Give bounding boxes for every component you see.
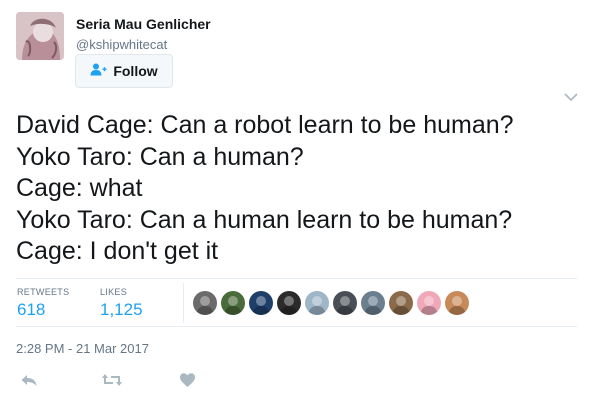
divider — [16, 326, 577, 327]
liker-avatar-2[interactable] — [221, 291, 245, 315]
author-handle[interactable]: @kshipwhitecat — [76, 37, 167, 52]
retweet-button[interactable] — [101, 372, 123, 393]
retweets-count[interactable]: 618 — [17, 300, 45, 320]
like-button[interactable] — [179, 372, 196, 393]
liker-avatar-7[interactable] — [361, 291, 385, 315]
tweet-line: David Cage: Can a robot learn to be huma… — [16, 111, 514, 139]
reply-icon — [20, 375, 38, 392]
chevron-down-icon[interactable] — [563, 90, 579, 102]
liker-avatar-5[interactable] — [305, 291, 329, 315]
add-user-icon — [90, 63, 107, 79]
reply-button[interactable] — [20, 372, 38, 393]
liker-avatar-6[interactable] — [333, 291, 357, 315]
divider — [183, 283, 184, 323]
liker-avatar-9[interactable] — [417, 291, 441, 315]
liker-avatar-4[interactable] — [277, 291, 301, 315]
divider — [16, 278, 577, 279]
tweet-line: Yoko Taro: Can a human? — [16, 142, 304, 171]
author-display-name[interactable]: Seria Mau Genlicher — [76, 16, 211, 32]
liker-avatar-10[interactable] — [445, 291, 469, 315]
retweets-label[interactable]: RETWEETS — [17, 287, 69, 297]
liker-avatar-3[interactable] — [249, 291, 273, 315]
tweet-line: Yoko Taro: Can a human learn to be human… — [16, 205, 513, 234]
heart-icon — [179, 373, 196, 392]
tweet-line: Cage: I don't get it — [16, 237, 219, 265]
author-avatar[interactable] — [16, 12, 64, 60]
likes-label[interactable]: LIKES — [100, 287, 127, 297]
follow-button-label: Follow — [113, 63, 158, 79]
tweet-timestamp[interactable]: 2:28 PM - 21 Mar 2017 — [16, 341, 149, 356]
tweet-line: Cage: what — [16, 174, 143, 202]
liker-avatars — [193, 291, 469, 315]
liker-avatar-8[interactable] — [389, 291, 413, 315]
tweet-text: David Cage: Can a robot learn to be huma… — [16, 110, 576, 268]
likes-count[interactable]: 1,125 — [100, 300, 143, 320]
follow-button[interactable]: Follow — [75, 54, 173, 88]
liker-avatar-1[interactable] — [193, 291, 217, 315]
retweet-icon — [101, 374, 123, 392]
